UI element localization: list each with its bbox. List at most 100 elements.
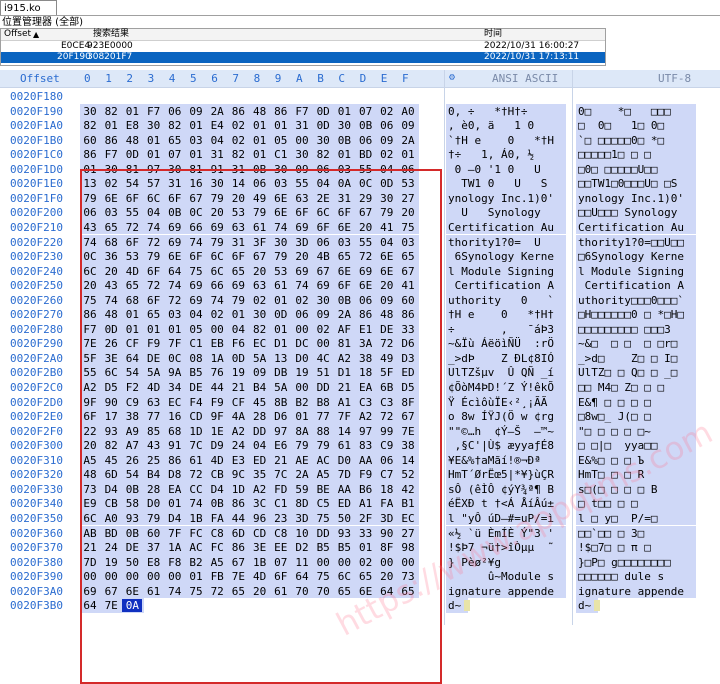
hex-byte[interactable]: 91 xyxy=(207,163,227,176)
hex-byte[interactable]: 75 xyxy=(313,570,333,583)
hex-byte[interactable]: 61 xyxy=(271,279,291,292)
hex-byte[interactable]: 8B xyxy=(271,396,291,409)
hex-byte[interactable]: DD xyxy=(250,425,270,438)
hex-byte[interactable]: 74 xyxy=(101,294,121,307)
hex-byte[interactable]: 09 xyxy=(377,294,397,307)
hex-byte[interactable]: D4 xyxy=(207,483,227,496)
hex-byte[interactable]: 75 xyxy=(398,221,418,234)
hex-byte[interactable]: 65 xyxy=(144,308,164,321)
hex-byte[interactable]: 25 xyxy=(144,454,164,467)
hex-byte[interactable]: 69 xyxy=(207,221,227,234)
hex-byte[interactable]: 01 xyxy=(356,541,376,554)
hex-byte[interactable]: 67 xyxy=(186,192,206,205)
hex-byte[interactable]: 6C xyxy=(144,192,164,205)
hex-byte[interactable]: 72 xyxy=(144,236,164,249)
hex-byte[interactable]: C1 xyxy=(271,148,291,161)
hex-byte[interactable]: 0C xyxy=(356,177,376,190)
hex-byte[interactable]: 76 xyxy=(207,366,227,379)
position-row-selected[interactable]: 20F190 308201F7 2022/10/31 17:13:11 xyxy=(1,52,605,63)
hex-byte[interactable]: 31 xyxy=(334,192,354,205)
hex-byte[interactable]: 6E xyxy=(165,250,185,263)
hex-byte[interactable]: 82 xyxy=(228,148,248,161)
hex-byte[interactable]: DE xyxy=(377,323,397,336)
hex-byte[interactable]: 93 xyxy=(122,512,142,525)
hex-byte[interactable]: A1 xyxy=(334,396,354,409)
hex-byte[interactable]: 60 xyxy=(144,527,164,540)
hex-byte[interactable]: 37 xyxy=(144,541,164,554)
hex-byte[interactable]: C7 xyxy=(377,468,397,481)
hex-byte[interactable]: 30 xyxy=(207,177,227,190)
hex-byte[interactable]: 30 xyxy=(144,119,164,132)
hex-byte[interactable]: 6E xyxy=(122,585,142,598)
hex-byte[interactable]: 6F xyxy=(271,570,291,583)
hex-byte[interactable]: 20 xyxy=(207,206,227,219)
hex-byte[interactable]: F9 xyxy=(144,337,164,350)
hex-byte[interactable]: 02 xyxy=(250,294,270,307)
hex-byte[interactable]: A0 xyxy=(101,512,121,525)
hex-byte[interactable]: 91 xyxy=(165,439,185,452)
hex-byte[interactable]: 00 xyxy=(101,570,121,583)
hex-byte[interactable]: 06 xyxy=(356,294,376,307)
hex-byte[interactable]: 9A xyxy=(165,366,185,379)
hex-byte[interactable]: 43 xyxy=(80,221,100,234)
hex-byte[interactable]: 01 xyxy=(292,410,312,423)
hex-byte[interactable]: 6E xyxy=(271,192,291,205)
hex-byte[interactable]: 45 xyxy=(250,396,270,409)
hex-byte[interactable]: 72 xyxy=(377,410,397,423)
hex-byte[interactable]: 0C xyxy=(165,352,185,365)
hex-byte[interactable]: 07 xyxy=(356,105,376,118)
column-time[interactable]: 时间 xyxy=(484,29,502,40)
hex-byte[interactable]: 29 xyxy=(356,192,376,205)
hex-byte[interactable]: AB xyxy=(80,527,100,540)
hex-byte[interactable]: 00 xyxy=(398,556,418,569)
hex-byte[interactable]: 86 xyxy=(165,454,185,467)
hex-byte[interactable]: 79 xyxy=(80,192,100,205)
hex-byte[interactable]: 86 xyxy=(271,105,291,118)
hex-byte[interactable]: A2 xyxy=(228,425,248,438)
hex-byte[interactable]: 48 xyxy=(80,468,100,481)
hex-byte[interactable]: 65 xyxy=(101,221,121,234)
hex-byte[interactable]: 00 xyxy=(207,323,227,336)
hex-byte[interactable]: 01 xyxy=(334,105,354,118)
hex-byte[interactable]: 1D xyxy=(186,425,206,438)
hex-byte[interactable]: B5 xyxy=(334,541,354,554)
hex-byte[interactable]: 82 xyxy=(101,439,121,452)
hex-byte[interactable]: A2 xyxy=(356,410,376,423)
hex-byte[interactable]: A1 xyxy=(356,497,376,510)
hex-byte[interactable]: 70 xyxy=(292,585,312,598)
hex-byte[interactable]: 0C xyxy=(80,250,100,263)
hex-byte[interactable]: 81 xyxy=(186,163,206,176)
hex-byte[interactable]: 88 xyxy=(313,425,333,438)
hex-byte[interactable]: D4 xyxy=(101,483,121,496)
hex-byte[interactable]: 31 xyxy=(228,163,248,176)
hex-byte[interactable]: 01 xyxy=(165,323,185,336)
hex-byte[interactable]: 27 xyxy=(398,527,418,540)
hex-byte[interactable]: CB xyxy=(101,497,121,510)
hex-byte[interactable]: A5 xyxy=(207,556,227,569)
hex-byte[interactable]: EC xyxy=(398,512,418,525)
hex-byte[interactable]: 04 xyxy=(228,323,248,336)
hex-byte[interactable]: 7C xyxy=(186,439,206,452)
hex-byte[interactable]: 61 xyxy=(250,221,270,234)
hex-byte[interactable]: D1 xyxy=(271,337,291,350)
hex-byte[interactable]: A5 xyxy=(80,454,100,467)
hex-byte[interactable]: 4A xyxy=(228,410,248,423)
hex-byte[interactable]: 86 xyxy=(101,134,121,147)
hex-byte[interactable]: 6C xyxy=(334,570,354,583)
hex-byte[interactable]: 06 xyxy=(250,177,270,190)
hex-byte[interactable]: 6C xyxy=(207,265,227,278)
hex-byte[interactable]: 00 xyxy=(292,134,312,147)
hex-byte[interactable]: 65 xyxy=(165,134,185,147)
hex-byte[interactable]: 28 xyxy=(144,483,164,496)
hex-byte[interactable]: 93 xyxy=(101,425,121,438)
hex-byte[interactable]: 43 xyxy=(144,439,164,452)
hex-byte[interactable]: 7F xyxy=(165,337,185,350)
hex-byte[interactable]: 75 xyxy=(313,512,333,525)
hex-byte[interactable]: 21 xyxy=(228,381,248,394)
hex-byte[interactable]: C3 xyxy=(356,396,376,409)
hex-byte[interactable]: 43 xyxy=(101,279,121,292)
hex-byte[interactable]: 48 xyxy=(377,308,397,321)
hex-byte[interactable]: 20 xyxy=(80,439,100,452)
hex-byte[interactable]: 55 xyxy=(356,236,376,249)
hex-byte[interactable]: 63 xyxy=(228,221,248,234)
